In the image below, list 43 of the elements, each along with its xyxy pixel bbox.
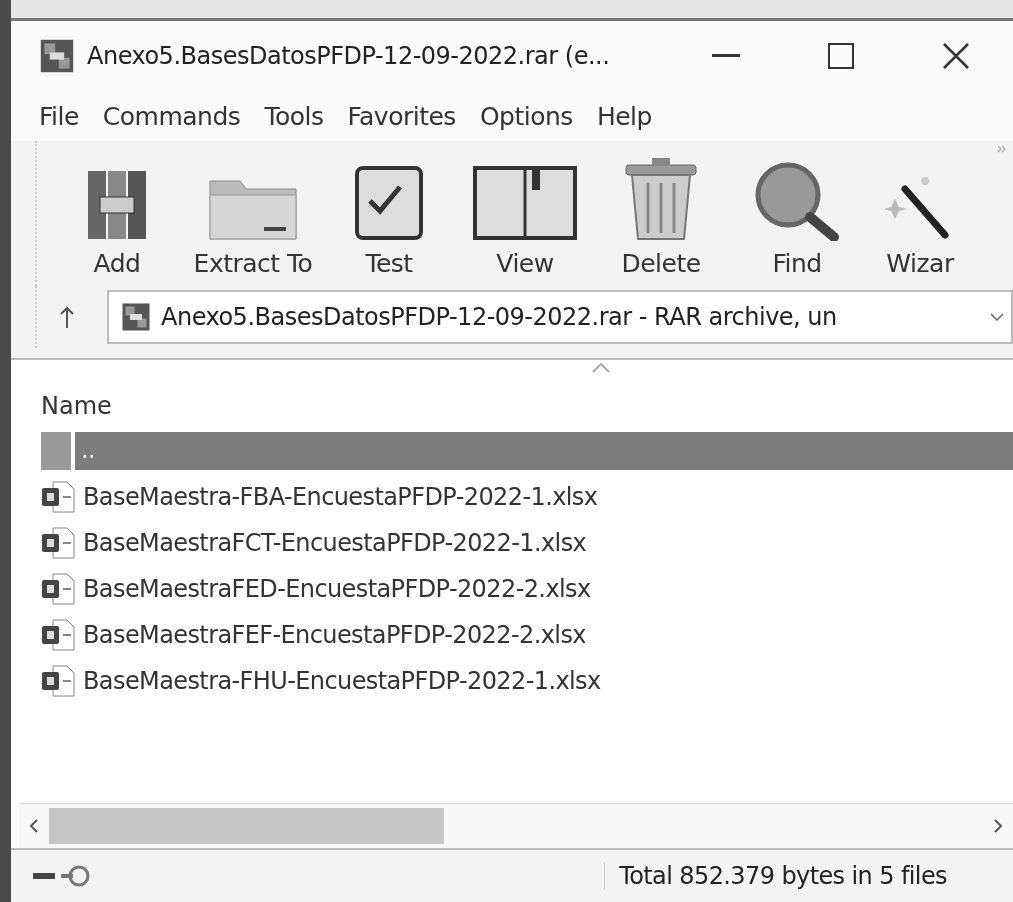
dropdown-caret-icon[interactable] [989,312,1005,322]
scroll-right-icon[interactable] [993,819,1003,833]
file-row[interactable]: BaseMaestraFEF-EncuestaPFDP-2022-2.xlsx [79,617,1013,653]
spreadsheet-file-icon [41,665,75,697]
archive-icon [121,302,151,332]
close-icon [941,42,970,70]
toolbar-button[interactable]: Add [49,169,185,286]
scroll-left-icon[interactable] [29,819,39,833]
spreadsheet-file-icon [41,619,75,651]
toolbar-button[interactable]: Test [321,165,457,286]
toolbar-button[interactable]: Delete [593,157,729,286]
books-icon [86,169,148,241]
status-text: Total 852.379 bytes in 5 files [604,862,947,890]
clipboard-check-icon [354,165,424,241]
file-row[interactable]: BaseMaestraFED-EncuestaPFDP-2022-2.xlsx [79,571,1013,607]
spreadsheet-file-icon [41,481,75,513]
menu-item[interactable]: Commands [90,101,253,131]
menu-item[interactable]: File [27,101,91,131]
toolbar-button[interactable]: Wizar [865,169,975,286]
window-title: Anexo5.BasesDatosPFDP-12-09-2022.rar (e... [87,42,610,70]
scrollbar-thumb[interactable] [49,808,444,844]
trash-icon [624,157,698,241]
toolbar-button[interactable]: View [457,165,593,286]
menu-item[interactable]: Favorites [335,101,468,131]
file-row[interactable]: BaseMaestra-FBA-EncuestaPFDP-2022-1.xlsx [79,479,1013,515]
sort-caret-icon [591,362,611,374]
archive-icon [39,38,75,74]
open-book-icon [472,165,578,241]
file-row[interactable]: .. [75,432,1013,470]
column-header[interactable]: Name [41,392,112,420]
file-row[interactable]: BaseMaestra-FHU-EncuestaPFDP-2022-1.xlsx [79,663,1013,699]
file-row[interactable]: BaseMaestraFCT-EncuestaPFDP-2022-1.xlsx [79,525,1013,561]
menu-item[interactable]: Tools [252,101,336,131]
menu-item[interactable]: Help [584,101,664,131]
maximize-icon [827,43,854,69]
up-arrow-icon[interactable] [59,306,75,328]
spreadsheet-file-icon [41,527,75,559]
minimize-icon [711,54,740,58]
menu-item[interactable]: Options [467,101,585,131]
toolbar-button[interactable]: Find [729,161,865,286]
spreadsheet-file-icon [41,573,75,605]
address-field[interactable]: Anexo5.BasesDatosPFDP-12-09-2022.rar - RAR archive, un [107,290,1013,344]
toolbar-button[interactable]: Extract To [185,173,321,286]
